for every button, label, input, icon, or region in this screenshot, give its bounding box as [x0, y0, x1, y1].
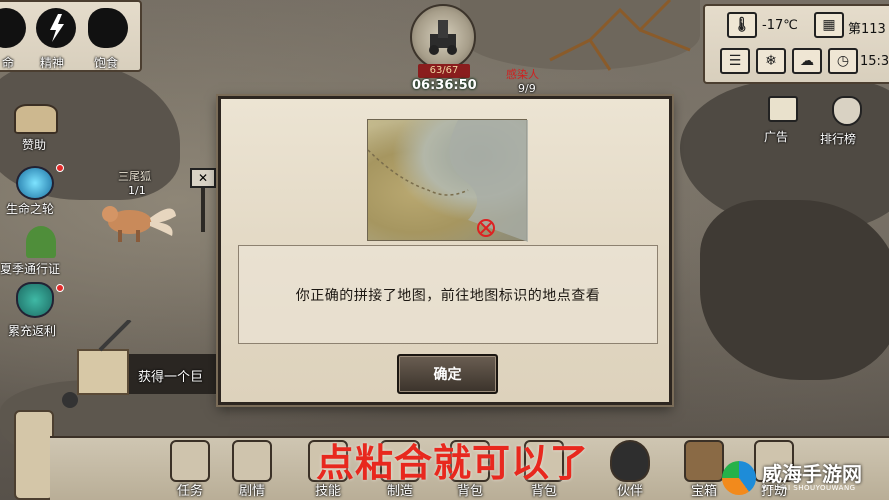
dialog-message: 你正确的拼接了地图，前往地图标识的地点查看 [295, 287, 601, 304]
signpost-icon[interactable]: ✕ [190, 162, 216, 232]
rebate-label: 累充返利 [8, 324, 57, 338]
npc-name: 三尾狐 [118, 170, 151, 183]
bottom-label-story: 剧情 [238, 484, 265, 499]
day-count: 第113 [848, 22, 886, 37]
clock-icon[interactable]: ◷ [828, 48, 858, 74]
rebate-notification-dot [56, 284, 64, 292]
menu-icon[interactable]: ☰ [720, 48, 750, 74]
snowflake-icon[interactable]: ❄ [756, 48, 786, 74]
tree-crack [540, 0, 700, 80]
enemy-label: 感染人 [506, 68, 539, 81]
chest-icon [684, 440, 724, 482]
level-ribbon: 63/67 [418, 64, 470, 78]
book-icon [170, 440, 210, 482]
stat-label-satiety: 饱食 [94, 56, 119, 70]
sponsor-label: 赞助 [22, 138, 47, 152]
map-image [367, 119, 528, 242]
timer: 06:36:50 [412, 78, 477, 93]
leaderboard-button[interactable]: 排行榜 [818, 94, 878, 150]
side-notice-text: 获得一个巨 [138, 370, 204, 385]
confirm-button[interactable]: 确定 [397, 354, 498, 394]
ad-button[interactable]: 广告 [758, 94, 806, 150]
summer-pass-button[interactable]: 夏季通行证 [0, 226, 84, 278]
palm-icon [26, 226, 56, 258]
sponsor-button[interactable]: 赞助 [4, 104, 68, 156]
message-box: 你正确的拼接了地图，前往地图标识的地点查看 [238, 245, 658, 344]
money-bag-icon [16, 282, 54, 318]
calendar-icon: ▦ [814, 12, 844, 38]
bottom-item-partner[interactable]: 伙伴 [600, 440, 660, 500]
watermark-sub: WEIHAI SHOUYOUWANG [762, 483, 856, 492]
watermark-name: 威海手游网 [762, 461, 862, 486]
watermark-logo-icon [722, 460, 756, 495]
weather-icon[interactable]: ☁ [792, 48, 822, 74]
lightning-icon[interactable] [36, 8, 76, 48]
trophy-icon [832, 96, 862, 126]
leaderboard-label: 排行榜 [820, 132, 857, 146]
temperature: -17℃ [762, 18, 798, 33]
cannon-icon[interactable] [410, 4, 476, 70]
fox-npc[interactable] [96, 194, 180, 244]
thermometer-icon: 🌡 [727, 12, 757, 38]
enemy-count: 9/9 [518, 82, 536, 95]
scroll-quill-icon [60, 318, 140, 410]
ad-label: 广告 [764, 130, 789, 144]
ad-icon [768, 96, 798, 122]
wheel-label: 生命之轮 [6, 202, 55, 216]
bottom-item-task[interactable]: 任务 [160, 440, 220, 500]
bottom-label-partner: 伙伴 [616, 484, 643, 499]
rock-right-dark [700, 200, 889, 380]
bottom-label-task: 任务 [176, 484, 203, 499]
penguin-icon [610, 440, 650, 482]
stat-label-spirit: 精神 [40, 56, 65, 70]
overlay-caption: 点粘合就可以了 [316, 441, 590, 485]
clock-time: 15:3 [860, 54, 889, 69]
map-dialog: 你正确的拼接了地图，前往地图标识的地点查看 确定 [218, 96, 672, 405]
stomach-icon[interactable] [88, 8, 128, 48]
scroll-icon [232, 440, 272, 482]
bottom-item-story[interactable]: 剧情 [222, 440, 282, 500]
stat-label-life: 命 [2, 56, 15, 70]
wheel-notification-dot [56, 164, 64, 172]
wheel-of-life-button[interactable]: 生命之轮 [2, 164, 72, 222]
wheel-icon [16, 166, 54, 200]
scroll-bottom-left [14, 410, 54, 500]
watermark: 威海手游网 WEIHAI SHOUYOUWANG [722, 455, 889, 500]
sponsor-icon [14, 104, 58, 134]
summer-pass-label: 夏季通行证 [0, 262, 61, 276]
